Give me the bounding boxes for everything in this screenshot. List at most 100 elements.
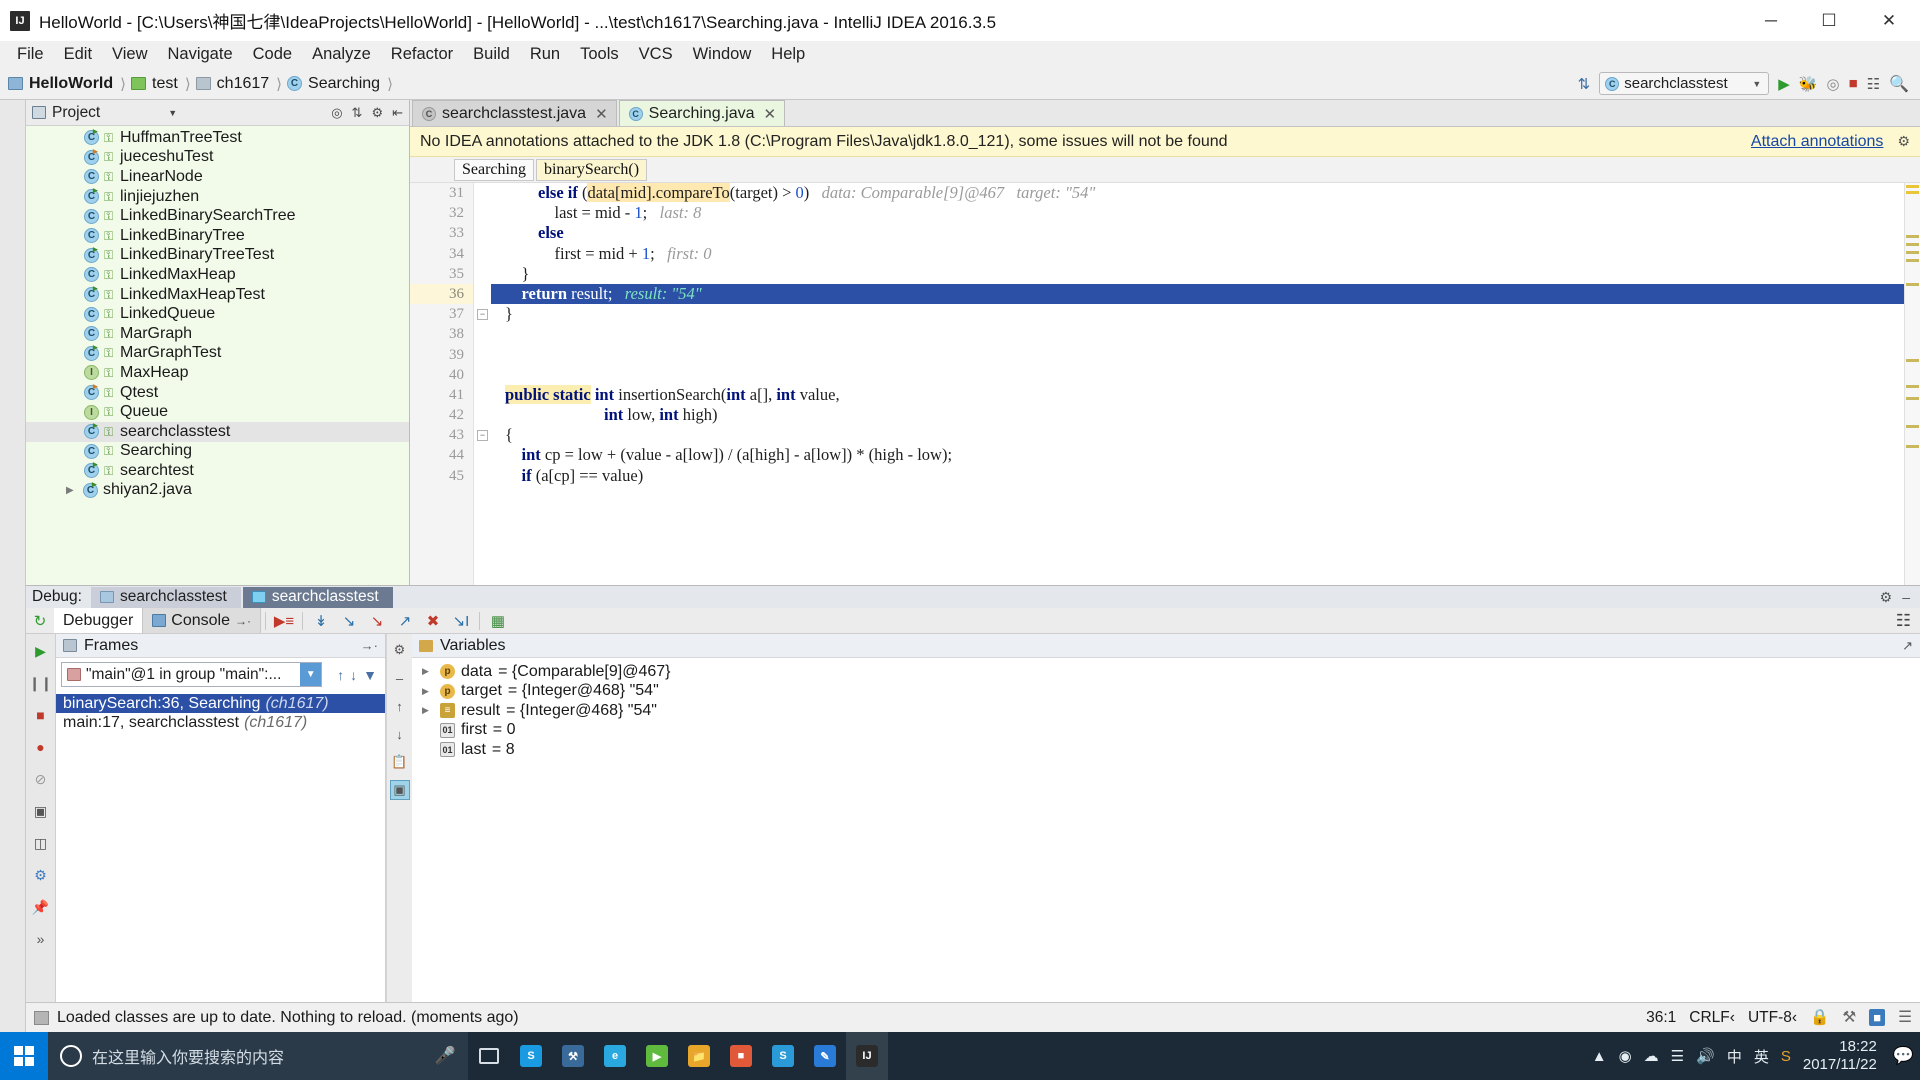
- menu-analyze[interactable]: Analyze: [302, 43, 381, 66]
- code-line[interactable]: else: [491, 223, 1904, 243]
- code-line[interactable]: else if (data[mid].compareTo(target) > 0…: [491, 183, 1904, 203]
- status-build-icon[interactable]: [34, 1010, 49, 1025]
- run-to-cursor-icon[interactable]: ↘I: [447, 609, 475, 633]
- taskbar-app-intellij[interactable]: IJ: [846, 1032, 888, 1080]
- tree-item[interactable]: C ▸ ⚿ LinkedBinaryTreeTest: [26, 244, 409, 266]
- tree-item[interactable]: C ▸ ⚿ MarGraphTest: [26, 342, 409, 364]
- collapse-icon[interactable]: ⇅: [352, 105, 363, 121]
- force-step-into-icon[interactable]: ↘: [363, 609, 391, 633]
- breadcrumb-item-searching[interactable]: Searching: [308, 75, 380, 93]
- menu-vcs[interactable]: VCS: [629, 43, 683, 66]
- line-number[interactable]: 33: [410, 223, 473, 243]
- line-number[interactable]: 39: [410, 345, 473, 365]
- cloud-icon[interactable]: ☁: [1644, 1047, 1659, 1065]
- hide-icon[interactable]: ⇤: [392, 105, 403, 121]
- close-button[interactable]: ✕: [1858, 0, 1920, 41]
- minimize-button[interactable]: ─: [1742, 0, 1800, 41]
- code-lines[interactable]: else if (data[mid].compareTo(target) > 0…: [491, 183, 1904, 585]
- line-number[interactable]: 31: [410, 183, 473, 203]
- taskbar-app-tool[interactable]: ⚒: [552, 1032, 594, 1080]
- line-number[interactable]: 32: [410, 203, 473, 223]
- line-number[interactable]: 45: [410, 466, 473, 486]
- mic-icon[interactable]: 🎤: [435, 1046, 456, 1066]
- variables-list[interactable]: ▶ p data = {Comparable[9]@467} ▶ p target = {In…: [412, 658, 1920, 760]
- menu-build[interactable]: Build: [463, 43, 520, 66]
- debug-pin-icon[interactable]: 📌: [30, 896, 52, 918]
- file-encoding[interactable]: UTF-8‹: [1748, 1009, 1797, 1027]
- code-line[interactable]: [491, 345, 1904, 365]
- evaluate-expression-icon[interactable]: ▦: [484, 609, 512, 633]
- code-line[interactable]: int low, int high): [491, 405, 1904, 425]
- variable-row[interactable]: 01 last = 8: [412, 740, 1920, 760]
- drop-frame-icon[interactable]: ✖: [419, 609, 447, 633]
- line-number[interactable]: 41: [410, 385, 473, 405]
- variable-expand-icon[interactable]: ▶: [422, 686, 434, 697]
- lock-icon[interactable]: 🔒: [1810, 1008, 1829, 1027]
- code-line[interactable]: [491, 324, 1904, 344]
- frames-filter-icon[interactable]: ▼: [363, 667, 377, 683]
- line-number-gutter[interactable]: 31 32 33 34 35 36 37 38 39 40 41 42 43 44 45: [410, 183, 474, 585]
- taskbar-search[interactable]: 在这里输入你要搜索的内容 🎤: [48, 1032, 468, 1080]
- coverage-icon[interactable]: ◎: [1826, 75, 1839, 93]
- tree-item[interactable]: I ⚿ Queue: [26, 402, 409, 422]
- tab-pin-icon[interactable]: →·: [235, 614, 251, 628]
- tab-debugger[interactable]: Debugger: [54, 608, 144, 633]
- code-line[interactable]: return result; result: "54": [491, 283, 1904, 305]
- editor-tab[interactable]: Csearchclasstest.java ✕: [412, 100, 617, 126]
- project-tree[interactable]: C ▸ ⚿ HuffmanTreeTest C ▸ ⚿ jueceshuTest C ⚿ Linea…: [26, 126, 409, 585]
- tree-item[interactable]: C ▸ ⚿ Qtest: [26, 382, 409, 403]
- method-crumb-class[interactable]: Searching: [454, 158, 534, 181]
- frames-down-icon[interactable]: ↓: [350, 667, 357, 683]
- frame-row[interactable]: main:17, searchclasstest (ch1617): [56, 713, 385, 732]
- frames-copy-icon[interactable]: 📋: [390, 752, 410, 772]
- variable-row[interactable]: ▶ p target = {Integer@468} "54": [412, 682, 1920, 702]
- tree-item[interactable]: I ⚿ MaxHeap: [26, 363, 409, 383]
- close-tab-icon[interactable]: ✕: [763, 105, 776, 123]
- search-icon[interactable]: 🔍: [1889, 74, 1909, 94]
- view-breakpoints-icon[interactable]: ●: [30, 736, 52, 758]
- frames-layout-icon[interactable]: ▣: [389, 780, 410, 800]
- code-area[interactable]: 31 32 33 34 35 36 37 38 39 40 41 42 43 44 45 − − else i…: [410, 183, 1920, 585]
- code-line[interactable]: if (a[cp] == value): [491, 466, 1904, 486]
- tree-item[interactable]: C ⚿ LinkedQueue: [26, 304, 409, 324]
- frames-pin-icon[interactable]: →·: [361, 638, 378, 653]
- menu-tools[interactable]: Tools: [570, 43, 629, 66]
- variable-row[interactable]: 01 first = 0: [412, 721, 1920, 741]
- taskbar-app-skype[interactable]: S: [762, 1032, 804, 1080]
- stop-icon[interactable]: ■: [30, 704, 52, 726]
- tree-item[interactable]: C ⚿ LinearNode: [26, 167, 409, 187]
- menu-run[interactable]: Run: [520, 43, 570, 66]
- fold-marker-icon[interactable]: −: [477, 430, 488, 442]
- notification-icon[interactable]: 💬: [1893, 1046, 1914, 1066]
- notification-settings-icon[interactable]: ⚙: [1897, 133, 1910, 150]
- frames-movedown-icon[interactable]: ↓: [390, 724, 410, 744]
- attach-annotations-link[interactable]: Attach annotations: [1751, 133, 1884, 151]
- thread-selector[interactable]: "main"@1 in group "main":... ▼: [61, 662, 323, 687]
- code-line[interactable]: }: [491, 264, 1904, 284]
- error-marker-bar[interactable]: [1904, 183, 1920, 585]
- frame-row[interactable]: binarySearch:36, Searching (ch1617): [56, 694, 385, 713]
- taskbar-app-edge[interactable]: e: [594, 1032, 636, 1080]
- line-number[interactable]: 35: [410, 264, 473, 284]
- breadcrumb-item-test[interactable]: test: [152, 75, 178, 93]
- variable-row[interactable]: ▶ ≡ result = {Integer@468} "54": [412, 701, 1920, 721]
- debug-session-tab-2[interactable]: searchclasstest: [242, 586, 393, 608]
- tree-item[interactable]: ▶ C ▸ shiyan2.java: [26, 479, 409, 501]
- menu-view[interactable]: View: [102, 43, 157, 66]
- menu-edit[interactable]: Edit: [54, 43, 102, 66]
- memory-icon[interactable]: ■: [1869, 1009, 1886, 1026]
- ime-icon[interactable]: 中: [1727, 1046, 1742, 1067]
- line-number[interactable]: 37: [410, 304, 473, 324]
- line-number[interactable]: 34: [410, 244, 473, 264]
- code-line[interactable]: first = mid + 1; first: 0: [491, 244, 1904, 264]
- line-number[interactable]: 40: [410, 365, 473, 385]
- variable-expand-icon[interactable]: ▶: [422, 666, 434, 677]
- debug-session-tab-1[interactable]: searchclasstest: [90, 586, 241, 608]
- step-out-icon[interactable]: ↗: [391, 609, 419, 633]
- debug-settings2-icon[interactable]: ⚙: [30, 864, 52, 886]
- tree-item[interactable]: C ⚿ LinkedMaxHeap: [26, 265, 409, 285]
- code-line[interactable]: int cp = low + (value - a[low]) / (a[hig…: [491, 445, 1904, 465]
- taskbar-app-explorer[interactable]: 📁: [678, 1032, 720, 1080]
- show-execution-point-icon[interactable]: ▶≡: [270, 609, 298, 633]
- tree-item[interactable]: C ⚿ LinkedBinarySearchTree: [26, 206, 409, 226]
